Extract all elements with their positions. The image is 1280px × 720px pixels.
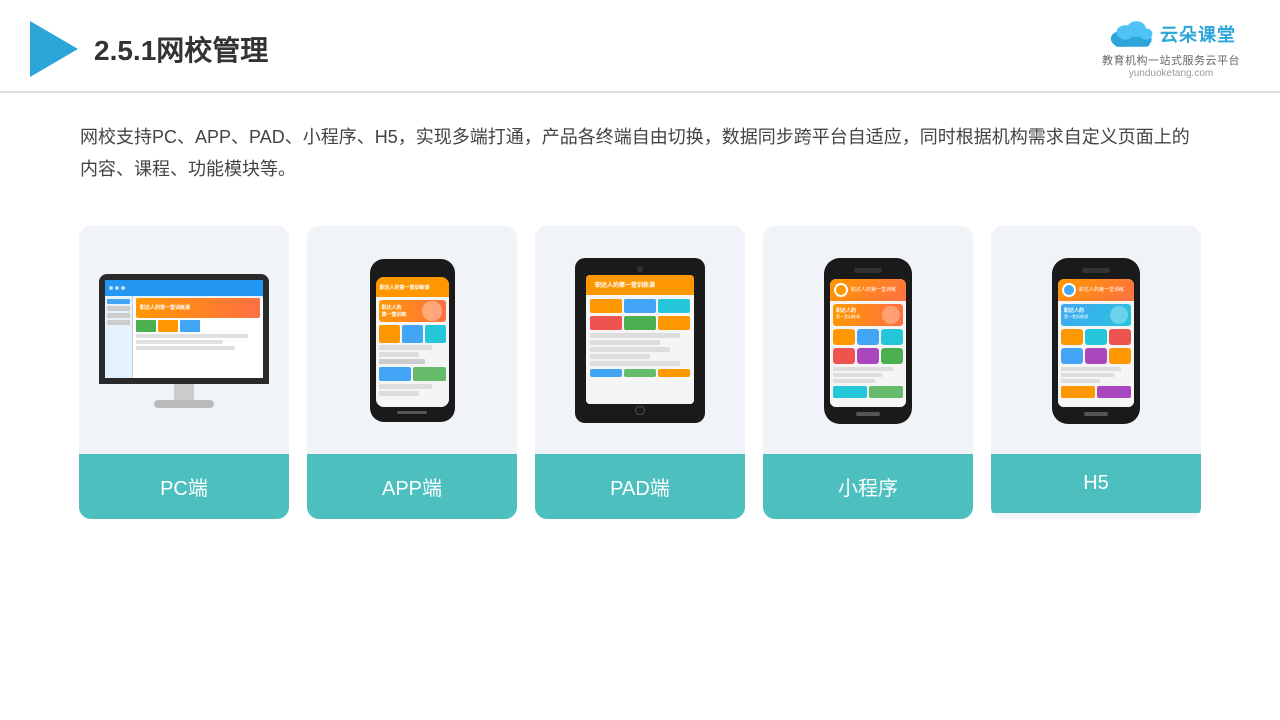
brand-url: yunduoketang.com xyxy=(1129,68,1214,79)
card-app: 职达人的第一堂训练课 职达人的第一堂训练 xyxy=(307,226,517,519)
cloud-icon xyxy=(1106,18,1154,50)
smartphone-mockup-h5: 职达人的第一堂训练 职达人的 第一堂训练课 xyxy=(1052,258,1140,424)
header-left: 2.5.1网校管理 xyxy=(30,21,268,77)
phone-mockup-app: 职达人的第一堂训练课 职达人的第一堂训练 xyxy=(370,259,455,422)
logo-triangle-icon xyxy=(30,21,78,77)
description-text: 网校支持PC、APP、PAD、小程序、H5，实现多端打通，产品各终端自由切换，数… xyxy=(0,93,1280,196)
header: 2.5.1网校管理 云朵课堂 教育机构一站式服务云平台 yunduoketang… xyxy=(0,0,1280,93)
brand-logo: 云朵课堂 教育机构一站式服务云平台 yunduoketang.com xyxy=(1102,18,1240,79)
card-miniprogram-label: 小程序 xyxy=(763,454,973,519)
card-h5-image: 职达人的第一堂训练 职达人的 第一堂训练课 xyxy=(991,226,1201,446)
page-title: 2.5.1网校管理 xyxy=(94,29,268,69)
brand-logo-top: 云朵课堂 xyxy=(1106,18,1236,50)
card-pad: 职达人的第一堂训练课 xyxy=(535,226,745,519)
card-pc-image: 职达人的第一堂训练课 xyxy=(79,226,289,446)
card-h5: 职达人的第一堂训练 职达人的 第一堂训练课 xyxy=(991,226,1201,519)
pc-monitor-icon: 职达人的第一堂训练课 xyxy=(99,274,269,408)
smartphone-mockup-miniprogram: 职达人的第一堂训练 职达人的 第一堂训练课 xyxy=(824,258,912,424)
card-pc-label: PC端 xyxy=(79,454,289,519)
card-pad-label: PAD端 xyxy=(535,454,745,519)
card-miniprogram-image: 职达人的第一堂训练 职达人的 第一堂训练课 xyxy=(763,226,973,446)
card-app-label: APP端 xyxy=(307,454,517,519)
card-app-image: 职达人的第一堂训练课 职达人的第一堂训练 xyxy=(307,226,517,446)
cards-container: 职达人的第一堂训练课 xyxy=(0,196,1280,549)
card-h5-label: H5 xyxy=(991,454,1201,513)
card-pc: 职达人的第一堂训练课 xyxy=(79,226,289,519)
card-pad-image: 职达人的第一堂训练课 xyxy=(535,226,745,446)
card-miniprogram: 职达人的第一堂训练 职达人的 第一堂训练课 xyxy=(763,226,973,519)
brand-tagline: 教育机构一站式服务云平台 xyxy=(1102,52,1240,68)
tablet-mockup-pad: 职达人的第一堂训练课 xyxy=(575,258,705,423)
brand-name: 云朵课堂 xyxy=(1160,21,1236,47)
